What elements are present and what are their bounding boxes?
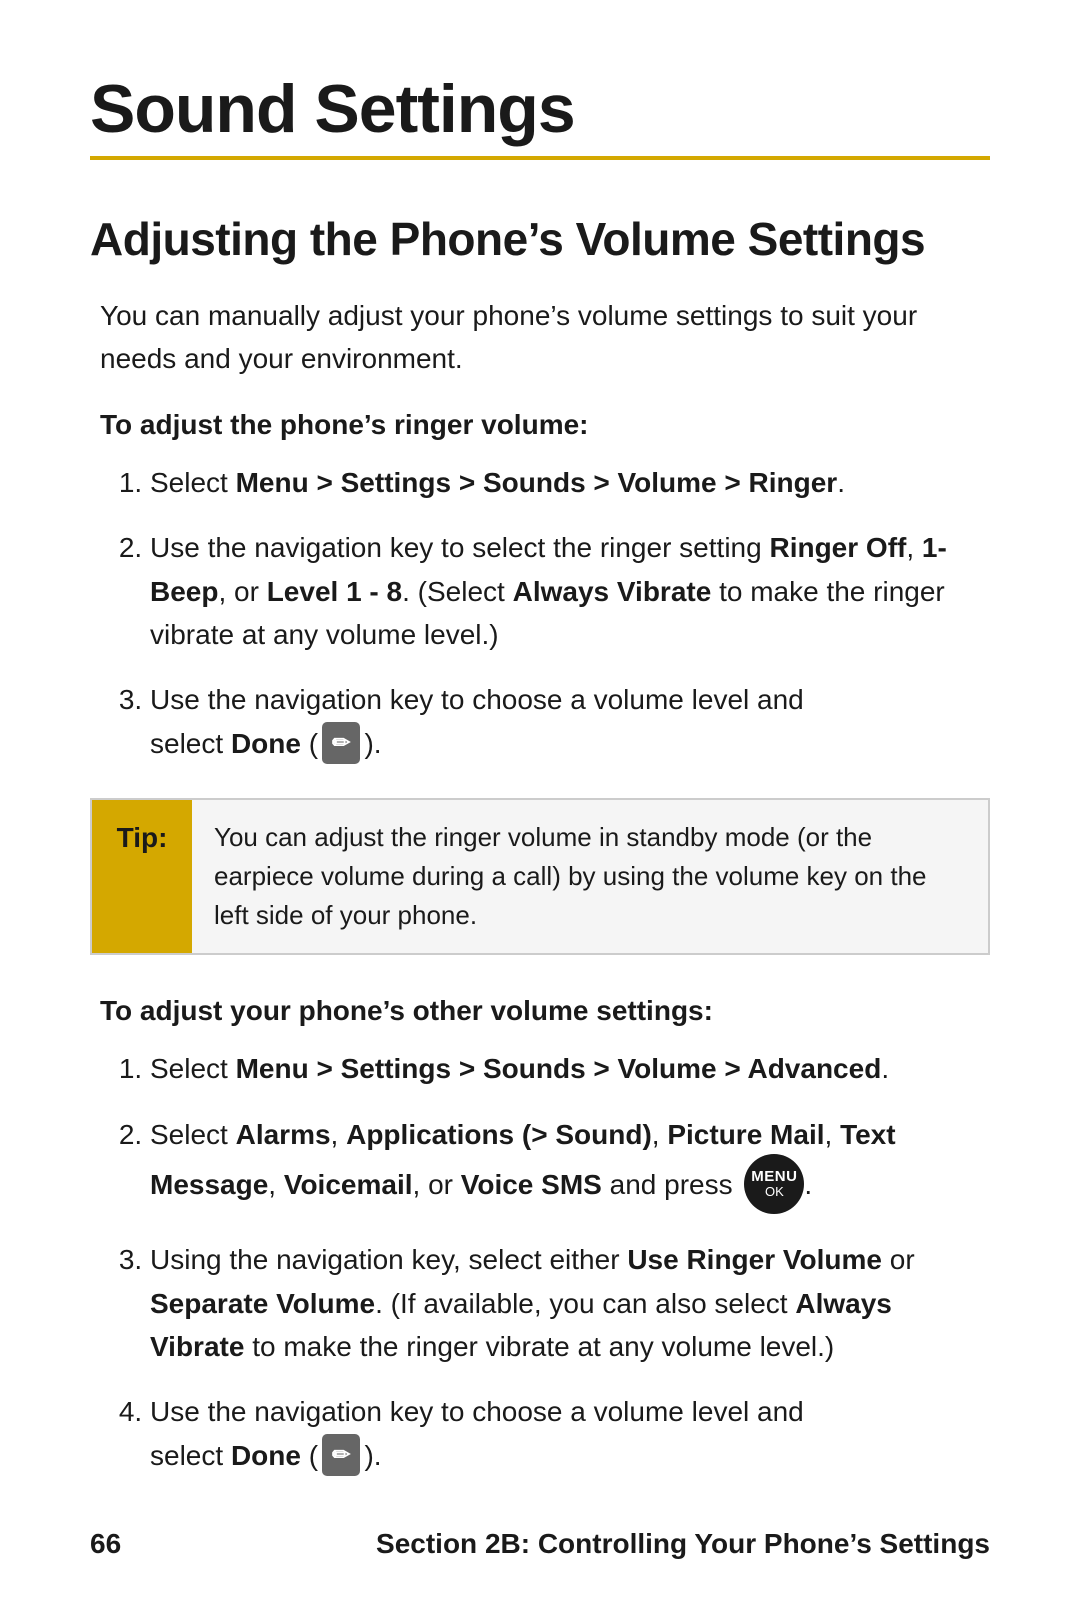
step-bold: Always Vibrate xyxy=(513,576,712,607)
tip-label: Tip: xyxy=(92,800,192,953)
tip-box: Tip: You can adjust the ringer volume in… xyxy=(90,798,990,955)
done-label: Done xyxy=(231,1440,301,1471)
step-bold: Use Ringer Volume xyxy=(627,1244,882,1275)
step-text: Use the navigation key to choose a volum… xyxy=(150,684,804,758)
tip-content: You can adjust the ringer volume in stan… xyxy=(192,800,988,953)
step-bold: Voice SMS xyxy=(461,1169,602,1200)
page-container: Sound Settings Adjusting the Phone’s Vol… xyxy=(0,0,1080,1586)
ringer-step-2: Use the navigation key to select the rin… xyxy=(150,526,990,656)
step-bold: Level 1 - 8 xyxy=(267,576,402,607)
step-text: Using the navigation key, select either … xyxy=(150,1244,915,1362)
title-underline xyxy=(90,156,990,160)
step-bold: Alarms xyxy=(236,1119,331,1150)
menu-text: MENU xyxy=(751,1169,797,1186)
done-label: Done xyxy=(231,728,301,759)
other-volume-subheading: To adjust your phone’s other volume sett… xyxy=(90,995,990,1027)
step-text: Use the navigation key to choose a volum… xyxy=(150,1396,804,1470)
step-bold: Separate Volume xyxy=(150,1288,375,1319)
done-icon-2: ✏ xyxy=(322,1434,360,1476)
other-step-2: Select Alarms, Applications (> Sound), P… xyxy=(150,1113,990,1216)
step-bold: Menu > Settings > Sounds > Volume > Adva… xyxy=(236,1053,882,1084)
step-bold: Voicemail xyxy=(284,1169,413,1200)
ringer-subheading: To adjust the phone’s ringer volume: xyxy=(90,409,990,441)
footer-section-title: Section 2B: Controlling Your Phone’s Set… xyxy=(376,1528,990,1560)
menu-ok-button: MENU OK xyxy=(744,1154,804,1214)
step-bold: Applications (> Sound) xyxy=(346,1119,652,1150)
footer-page-number: 66 xyxy=(90,1528,121,1560)
intro-text: You can manually adjust your phone’s vol… xyxy=(90,294,990,381)
step-text: Select Menu > Settings > Sounds > Volume… xyxy=(150,467,845,498)
step-bold: Picture Mail xyxy=(667,1119,824,1150)
step-bold: Ringer Off xyxy=(769,532,906,563)
ringer-steps-list: Select Menu > Settings > Sounds > Volume… xyxy=(90,461,990,767)
other-volume-steps-list: Select Menu > Settings > Sounds > Volume… xyxy=(90,1047,990,1478)
ok-text: OK xyxy=(765,1185,784,1199)
section-heading: Adjusting the Phone’s Volume Settings xyxy=(90,212,990,266)
step-bold: Menu > Settings > Sounds > Volume > Ring… xyxy=(236,467,838,498)
ringer-step-3: Use the navigation key to choose a volum… xyxy=(150,678,990,766)
other-step-3: Using the navigation key, select either … xyxy=(150,1238,990,1368)
done-icon: ✏ xyxy=(322,722,360,764)
page-title: Sound Settings xyxy=(90,70,990,148)
step-text: Select Menu > Settings > Sounds > Volume… xyxy=(150,1053,889,1084)
page-footer: 66 Section 2B: Controlling Your Phone’s … xyxy=(90,1528,990,1560)
ringer-step-1: Select Menu > Settings > Sounds > Volume… xyxy=(150,461,990,504)
step-text: Use the navigation key to select the rin… xyxy=(150,532,947,650)
other-step-4: Use the navigation key to choose a volum… xyxy=(150,1390,990,1478)
other-step-1: Select Menu > Settings > Sounds > Volume… xyxy=(150,1047,990,1090)
step-text: Select Alarms, Applications (> Sound), P… xyxy=(150,1119,896,1200)
